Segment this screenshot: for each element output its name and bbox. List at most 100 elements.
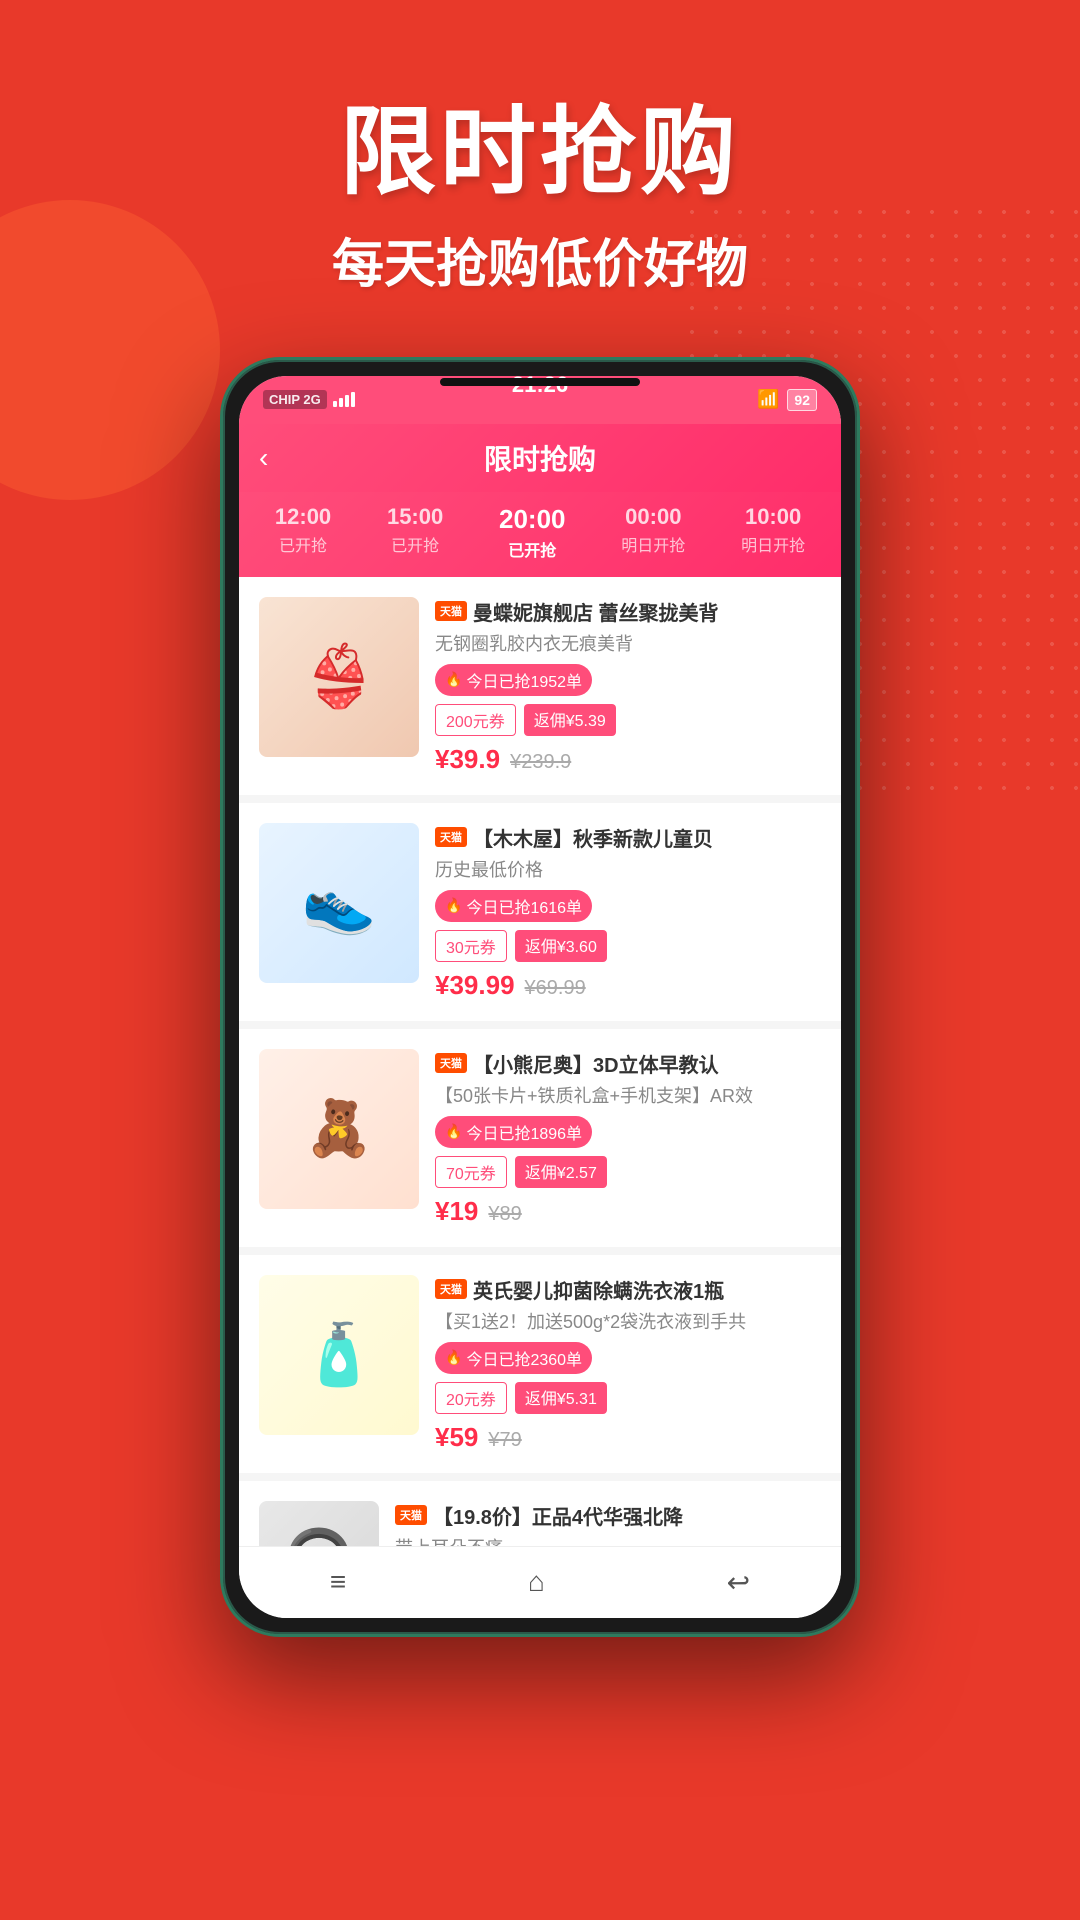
- tab-status-4: 明日开抢: [621, 532, 685, 556]
- store-name-1: 曼蝶妮旗舰店 蕾丝聚拢美背: [473, 597, 719, 626]
- product-store-3: 天猫 【小熊尼奥】3D立体早教认: [435, 1049, 821, 1078]
- phone-container: CHIP 2G 21:26 📶 92 ‹ 限时抢购: [0, 357, 1080, 1637]
- tab-time-3: 20:00: [499, 504, 566, 535]
- product-card-3[interactable]: 天猫 【小熊尼奥】3D立体早教认 【50张卡片+铁质礼盒+手机支架】AR效 🔥 …: [239, 1029, 841, 1247]
- flash-badge-3: 🔥 今日已抢1896单: [435, 1116, 592, 1148]
- product-desc-4: 【买1送2！加送500g*2袋洗衣液到手共: [435, 1308, 821, 1334]
- hero-subtitle: 每天抢购低价好物: [0, 222, 1080, 297]
- product-store-4: 天猫 英氏婴儿抑菌除螨洗衣液1瓶: [435, 1275, 821, 1304]
- price-row-3: ¥19 ¥89: [435, 1196, 821, 1227]
- store-name-4: 英氏婴儿抑菌除螨洗衣液1瓶: [473, 1275, 724, 1304]
- product-image-5: [259, 1501, 379, 1546]
- tab-status-2: 已开抢: [387, 532, 443, 556]
- time-tabs: 12:00 已开抢 15:00 已开抢 20:00 已开抢 00:00 明日开抢…: [239, 492, 841, 577]
- flash-text-3: 今日已抢1896单: [466, 1120, 582, 1144]
- product-store-2: 天猫 【木木屋】秋季新款儿童贝: [435, 823, 821, 852]
- back-button[interactable]: ‹: [259, 442, 268, 474]
- store-name-5: 【19.8价】正品4代华强北降: [433, 1501, 683, 1530]
- original-price-2: ¥69.99: [525, 977, 586, 1000]
- original-price-4: ¥79: [488, 1429, 521, 1452]
- tab-status-3: 已开抢: [499, 537, 566, 561]
- product-info-2: 天猫 【木木屋】秋季新款儿童贝 历史最低价格 🔥 今日已抢1616单 30元券 …: [435, 823, 821, 1001]
- product-desc-5: 带上耳朵不痛: [395, 1534, 821, 1546]
- tab-status-1: 已开抢: [275, 532, 331, 556]
- product-card-1[interactable]: 天猫 曼蝶妮旗舰店 蕾丝聚拢美背 无钢圈乳胶内衣无痕美背 🔥 今日已抢1952单…: [239, 577, 841, 795]
- signal-bar-4: [351, 392, 355, 407]
- coupon-row-2: 30元券 返佣¥3.60: [435, 930, 821, 962]
- product-card-5[interactable]: 天猫 【19.8价】正品4代华强北降 带上耳朵不痛 🔥 今日已抢2216单: [239, 1481, 841, 1546]
- product-desc-3: 【50张卡片+铁质礼盒+手机支架】AR效: [435, 1082, 821, 1108]
- current-price-2: ¥39.99: [435, 970, 515, 1001]
- battery-indicator: 92: [787, 389, 817, 411]
- flash-badge-4: 🔥 今日已抢2360单: [435, 1342, 592, 1374]
- flash-icon-4: 🔥: [445, 1349, 462, 1366]
- phone-mockup: CHIP 2G 21:26 📶 92 ‹ 限时抢购: [220, 357, 860, 1637]
- time-tab-0000[interactable]: 00:00 明日开抢: [621, 504, 685, 561]
- carrier-label: CHIP 2G: [263, 390, 327, 409]
- flash-text-1: 今日已抢1952单: [466, 668, 582, 692]
- app-header: ‹ 限时抢购: [239, 424, 841, 492]
- signal-bar-2: [339, 398, 343, 407]
- phone-screen: CHIP 2G 21:26 📶 92 ‹ 限时抢购: [239, 376, 841, 1618]
- hero-header: 限时抢购 每天抢购低价好物: [0, 0, 1080, 297]
- coupon-tag-1: 200元券: [435, 704, 516, 736]
- product-image-4: [259, 1275, 419, 1435]
- original-price-3: ¥89: [488, 1203, 521, 1226]
- time-tab-2000[interactable]: 20:00 已开抢: [499, 504, 566, 561]
- flash-text-4: 今日已抢2360单: [466, 1346, 582, 1370]
- flash-icon-3: 🔥: [445, 1123, 462, 1140]
- nav-back-button[interactable]: ↩: [703, 1554, 774, 1611]
- product-list[interactable]: 天猫 曼蝶妮旗舰店 蕾丝聚拢美背 无钢圈乳胶内衣无痕美背 🔥 今日已抢1952单…: [239, 577, 841, 1546]
- tab-time-2: 15:00: [387, 504, 443, 530]
- nav-home-button[interactable]: ⌂: [504, 1554, 569, 1610]
- store-badge-2: 天猫: [435, 827, 467, 847]
- product-store-1: 天猫 曼蝶妮旗舰店 蕾丝聚拢美背: [435, 597, 821, 626]
- cashback-tag-1: 返佣¥5.39: [524, 704, 616, 736]
- price-row-4: ¥59 ¥79: [435, 1422, 821, 1453]
- product-card-2[interactable]: 天猫 【木木屋】秋季新款儿童贝 历史最低价格 🔥 今日已抢1616单 30元券 …: [239, 803, 841, 1021]
- time-tab-1000[interactable]: 10:00 明日开抢: [741, 504, 805, 561]
- current-price-1: ¥39.9: [435, 744, 500, 775]
- coupon-tag-4: 20元券: [435, 1382, 507, 1414]
- flash-icon-2: 🔥: [445, 897, 462, 914]
- coupon-row-4: 20元券 返佣¥5.31: [435, 1382, 821, 1414]
- current-price-4: ¥59: [435, 1422, 478, 1453]
- signal-bar-3: [345, 395, 349, 407]
- store-badge-5: 天猫: [395, 1505, 427, 1525]
- signal-bar-1: [333, 401, 337, 407]
- bottom-nav: ≡ ⌂ ↩: [239, 1546, 841, 1618]
- product-info-3: 天猫 【小熊尼奥】3D立体早教认 【50张卡片+铁质礼盒+手机支架】AR效 🔥 …: [435, 1049, 821, 1227]
- product-image-1: [259, 597, 419, 757]
- product-info-1: 天猫 曼蝶妮旗舰店 蕾丝聚拢美背 无钢圈乳胶内衣无痕美背 🔥 今日已抢1952单…: [435, 597, 821, 775]
- status-left: CHIP 2G: [263, 390, 355, 409]
- product-card-4[interactable]: 天猫 英氏婴儿抑菌除螨洗衣液1瓶 【买1送2！加送500g*2袋洗衣液到手共 🔥…: [239, 1255, 841, 1473]
- price-row-2: ¥39.99 ¥69.99: [435, 970, 821, 1001]
- signal-bars: [333, 392, 355, 407]
- phone-notch: [440, 378, 640, 386]
- product-info-5: 天猫 【19.8价】正品4代华强北降 带上耳朵不痛 🔥 今日已抢2216单: [395, 1501, 821, 1546]
- cashback-tag-2: 返佣¥3.60: [515, 930, 607, 962]
- product-image-2: [259, 823, 419, 983]
- price-row-1: ¥39.9 ¥239.9: [435, 744, 821, 775]
- store-badge-1: 天猫: [435, 601, 467, 621]
- tab-time-4: 00:00: [621, 504, 685, 530]
- wifi-icon: 📶: [757, 389, 779, 410]
- time-tab-1200[interactable]: 12:00 已开抢: [275, 504, 331, 561]
- tab-status-5: 明日开抢: [741, 532, 805, 556]
- cashback-tag-3: 返佣¥2.57: [515, 1156, 607, 1188]
- nav-menu-button[interactable]: ≡: [306, 1554, 370, 1610]
- store-badge-3: 天猫: [435, 1053, 467, 1073]
- time-tab-1500[interactable]: 15:00 已开抢: [387, 504, 443, 561]
- product-store-5: 天猫 【19.8价】正品4代华强北降: [395, 1501, 821, 1530]
- coupon-tag-3: 70元券: [435, 1156, 507, 1188]
- coupon-row-3: 70元券 返佣¥2.57: [435, 1156, 821, 1188]
- flash-badge-2: 🔥 今日已抢1616单: [435, 890, 592, 922]
- current-price-3: ¥19: [435, 1196, 478, 1227]
- hero-title: 限时抢购: [0, 100, 1080, 206]
- app-title: 限时抢购: [484, 438, 596, 478]
- product-desc-1: 无钢圈乳胶内衣无痕美背: [435, 630, 821, 656]
- product-image-3: [259, 1049, 419, 1209]
- coupon-tag-2: 30元券: [435, 930, 507, 962]
- tab-time-5: 10:00: [741, 504, 805, 530]
- flash-badge-1: 🔥 今日已抢1952单: [435, 664, 592, 696]
